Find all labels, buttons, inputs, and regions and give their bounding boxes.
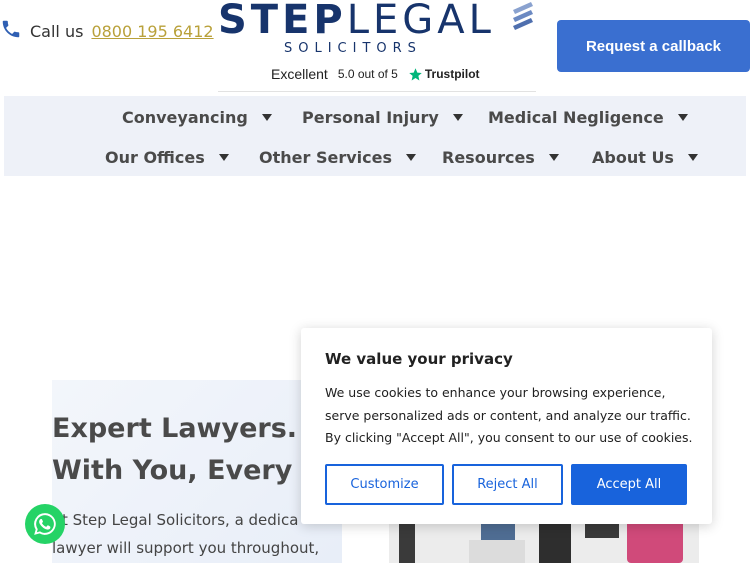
- logo-wordmark: STEPLEGAL: [218, 0, 495, 43]
- nav-item-other-services[interactable]: Other Services: [259, 148, 416, 167]
- accept-all-button[interactable]: Accept All: [571, 464, 687, 505]
- caret-down-icon: [687, 154, 698, 161]
- caret-down-icon: [677, 114, 688, 121]
- hero-paragraph: At Step Legal Solicitors, a dedica lawye…: [52, 511, 320, 557]
- main-nav: Conveyancing Personal Injury Medical Neg…: [4, 96, 746, 176]
- caret-down-icon: [406, 154, 416, 161]
- customize-button[interactable]: Customize: [325, 464, 444, 505]
- trustpilot-rating[interactable]: Excellent 5.0 out of 5 Trustpilot: [271, 66, 480, 82]
- caret-down-icon: [548, 154, 559, 161]
- reject-all-button[interactable]: Reject All: [452, 464, 563, 505]
- nav-item-our-offices[interactable]: Our Offices: [105, 148, 229, 167]
- logo-subtitle: SOLICITORS: [284, 41, 422, 56]
- cookie-title: We value your privacy: [325, 350, 513, 368]
- trust-score: 5.0 out of 5: [337, 67, 398, 81]
- call-us-label: Call us: [30, 21, 84, 41]
- logo[interactable]: STEPLEGAL SOLICITORS Excellent 5.0 out o…: [218, 0, 536, 92]
- caret-down-icon: [261, 114, 272, 121]
- request-callback-button[interactable]: Request a callback: [557, 20, 750, 72]
- trustpilot-brand: Trustpilot: [408, 67, 480, 82]
- caret-down-icon: [218, 154, 229, 161]
- caret-down-icon: [452, 114, 463, 121]
- logo-mark-icon: [513, 2, 533, 30]
- cookie-text: We use cookies to enhance your browsing …: [325, 385, 693, 445]
- nav-item-resources[interactable]: Resources: [442, 148, 559, 167]
- nav-item-personal-injury[interactable]: Personal Injury: [302, 108, 463, 127]
- trust-excellent: Excellent: [271, 66, 328, 82]
- cookie-consent-dialog: We value your privacy We use cookies to …: [301, 328, 712, 524]
- nav-item-medical-negligence[interactable]: Medical Negligence: [488, 108, 688, 127]
- call-us: Call us 0800 195 6412: [0, 18, 214, 44]
- nav-item-about-us[interactable]: About Us: [592, 148, 698, 167]
- page: Call us 0800 195 6412 STEPLEGAL SOLICITO…: [0, 0, 750, 563]
- hero-heading: Expert Lawyers. With You, Every St: [52, 413, 335, 486]
- whatsapp-button[interactable]: [25, 504, 65, 544]
- star-icon: [409, 67, 422, 80]
- nav-item-conveyancing[interactable]: Conveyancing: [122, 108, 272, 127]
- phone-icon: [0, 18, 22, 44]
- phone-link[interactable]: 0800 195 6412: [91, 22, 213, 41]
- whatsapp-icon: [34, 513, 56, 535]
